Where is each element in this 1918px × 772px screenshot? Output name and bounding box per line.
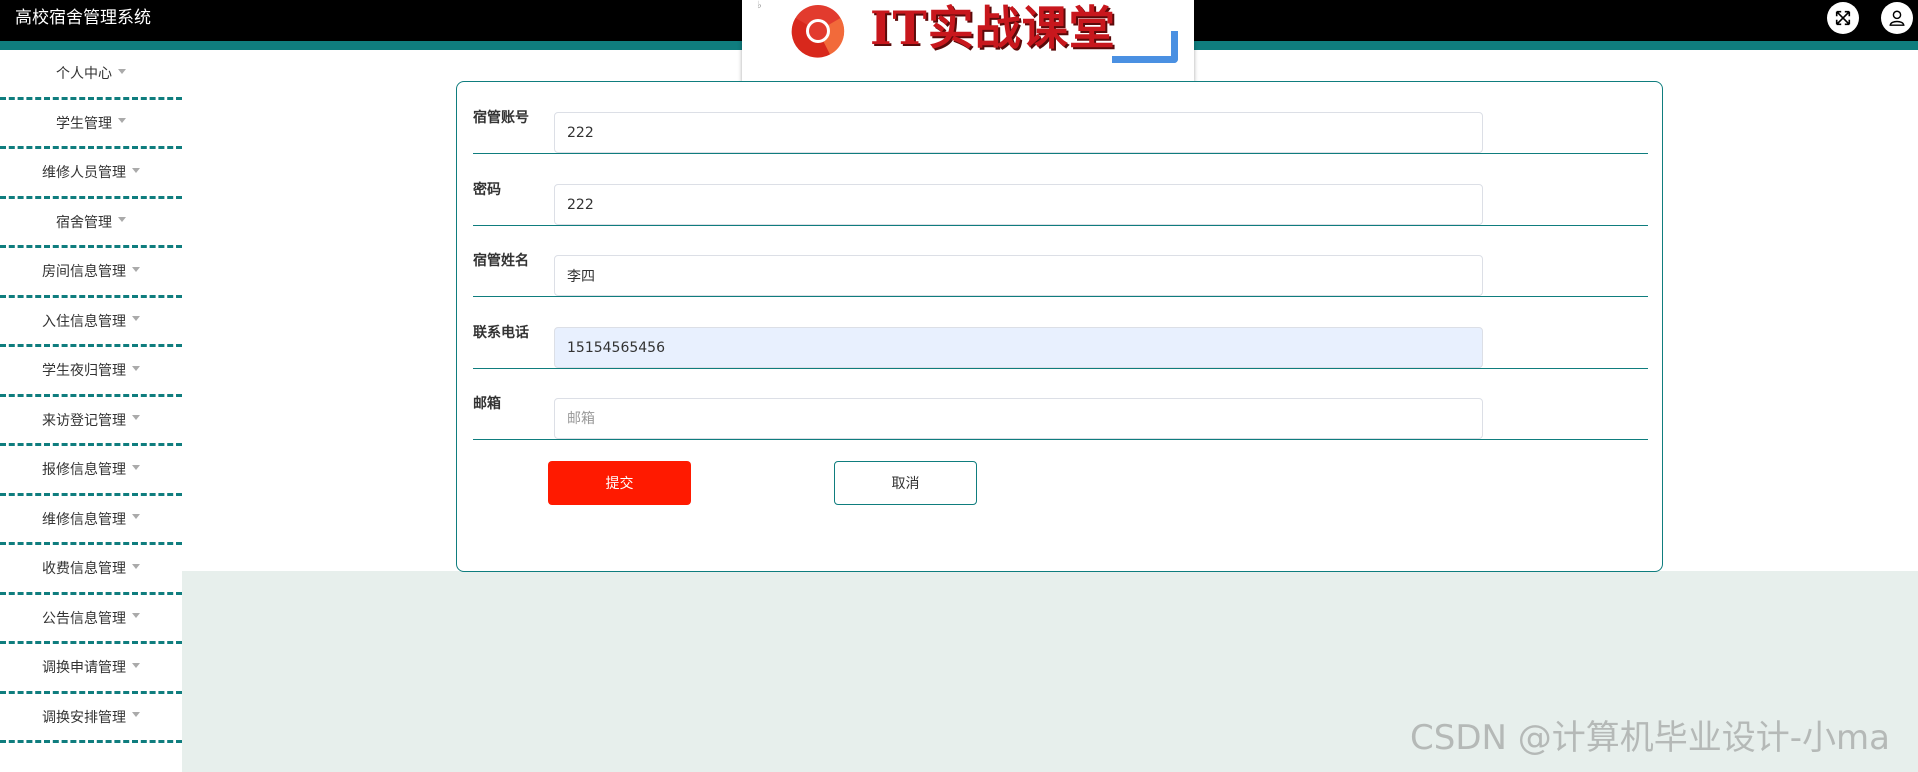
sidebar-item-label: 报修信息管理 [42,462,126,479]
form-card: 宿管账号 密码 宿管姓名 联系电话 邮箱 提交 取消 [456,81,1663,572]
cancel-button[interactable]: 取消 [834,461,977,505]
sidebar-item-label: 来访登记管理 [42,412,126,429]
caret-down-icon [132,316,140,322]
sidebar-item[interactable]: 学生管理 [0,100,182,149]
logo-overlay: ♭ IT实战课堂 [742,0,1194,81]
sidebar-item-label: 公告信息管理 [42,610,126,627]
phone-label: 联系电话 [473,325,529,341]
caret-down-icon [132,712,140,718]
password-label: 密码 [473,182,501,198]
caret-down-icon [132,662,140,668]
sidebar-item-label: 维修人员管理 [42,165,126,182]
sidebar-item-label: 维修信息管理 [42,511,126,528]
caret-down-icon [132,365,140,371]
sidebar-item[interactable]: 宿舍管理 [0,199,182,248]
sidebar-item[interactable]: 调换安排管理 [0,694,182,743]
sidebar-item-label: 入住信息管理 [42,313,126,330]
sidebar-item-label: 宿舍管理 [56,214,112,231]
user-button[interactable] [1881,2,1913,34]
sidebar-item[interactable]: 维修人员管理 [0,149,182,199]
sidebar-item-label: 调换申请管理 [42,660,126,677]
sidebar-item[interactable]: 收费信息管理 [0,545,182,595]
caret-down-icon [132,613,140,619]
sidebar-item[interactable]: 公告信息管理 [0,595,182,644]
name-input[interactable] [554,255,1483,296]
sidebar-item[interactable]: 个人中心 [0,50,182,100]
sidebar-item[interactable]: 报修信息管理 [0,446,182,496]
app-title: 高校宿舍管理系统 [15,8,151,28]
caret-down-icon [132,266,140,272]
form-row-name: 宿管姓名 [473,225,1648,297]
sidebar-item-label: 调换安排管理 [42,709,126,726]
caret-down-icon [118,217,126,223]
watermark-text: CSDN @计算机毕业设计-小ma [1410,718,1890,758]
account-input[interactable] [554,112,1483,153]
sidebar-item[interactable]: 来访登记管理 [0,397,182,446]
caret-down-icon [132,415,140,421]
form-row-password: 密码 [473,154,1648,226]
sidebar-item-label: 收费信息管理 [42,561,126,578]
sidebar-item[interactable]: 入住信息管理 [0,298,182,347]
chrome-logo-icon [791,5,845,58]
logo-text: IT实战课堂 [870,1,1116,55]
sidebar-item-label: 个人中心 [56,66,112,83]
caret-down-icon [118,118,126,124]
sidebar-item[interactable]: 维修信息管理 [0,496,182,545]
form-row-account: 宿管账号 [473,82,1648,154]
sidebar-item[interactable]: 调换申请管理 [0,644,182,694]
sidebar-item[interactable]: 房间信息管理 [0,248,182,298]
form-row-email: 邮箱 [473,368,1648,440]
caret-down-icon [132,464,140,470]
sidebar-item-label: 房间信息管理 [42,264,126,281]
email-label: 邮箱 [473,396,501,412]
blue-tab-decoration [1112,31,1178,63]
caret-down-icon [132,563,140,569]
expand-arrows-icon [1835,10,1851,26]
email-input[interactable] [554,398,1483,439]
caret-down-icon [132,167,140,173]
password-input[interactable] [554,184,1483,225]
user-icon [1889,10,1905,26]
submit-button[interactable]: 提交 [548,461,691,505]
sidebar: 个人中心学生管理维修人员管理 宿舍管理房间信息管理 入住信息管理 学生夜归管理 来访登记… [0,50,182,772]
sidebar-item[interactable]: 学生夜归管理 [0,347,182,397]
phone-input[interactable] [554,327,1483,368]
sidebar-item-label: 学生管理 [56,115,112,132]
sidebar-item-label: 学生夜归管理 [42,363,126,380]
account-label: 宿管账号 [473,110,529,126]
form-row-phone: 联系电话 [473,297,1648,369]
caret-down-icon [132,514,140,520]
name-label: 宿管姓名 [473,253,529,269]
fullscreen-button[interactable] [1827,2,1859,34]
caret-down-icon [118,68,126,74]
